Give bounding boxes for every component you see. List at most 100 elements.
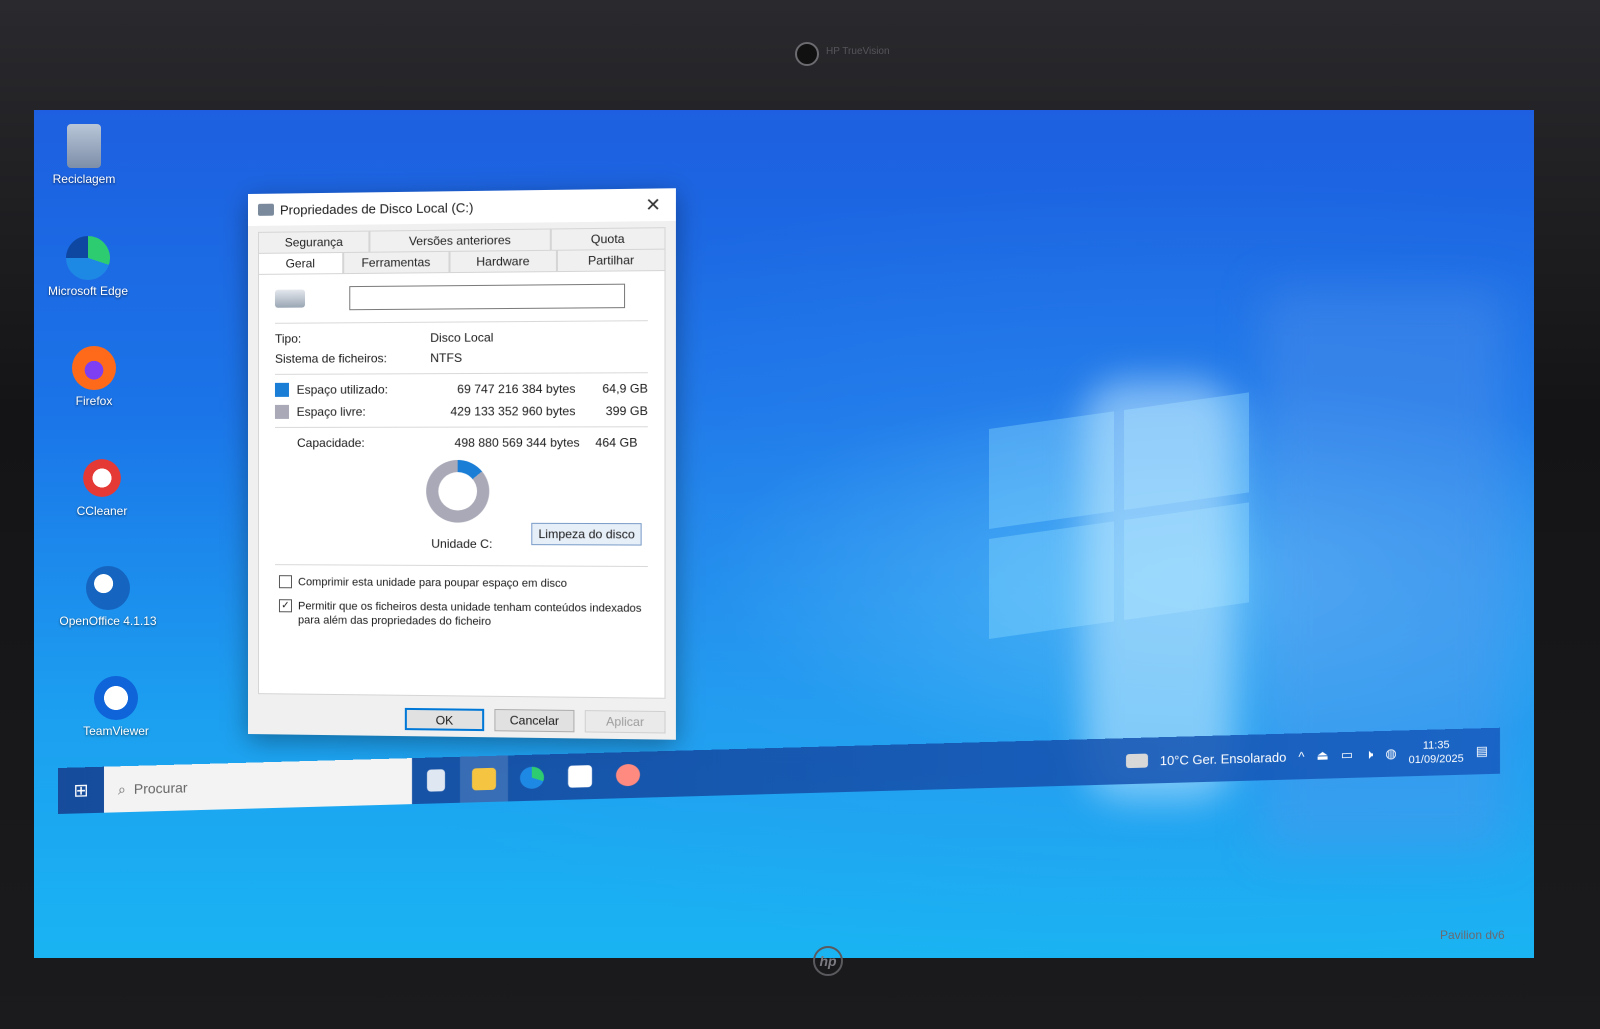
hard-drive-icon: [274, 289, 306, 308]
notifications-icon[interactable]: ▤: [1476, 743, 1488, 759]
properties-dialog: Propriedades de Disco Local (C:) ✕ Segur…: [248, 188, 676, 740]
used-space-bytes: 69 747 216 384 bytes: [457, 381, 576, 397]
clock[interactable]: 11:35 01/09/2025: [1409, 738, 1464, 768]
clock-time: 11:35: [1422, 739, 1450, 752]
index-label: Permitir que os ficheiros desta unidade …: [298, 600, 642, 628]
store-icon: [568, 765, 592, 788]
tab-ferramentas[interactable]: Ferramentas: [342, 250, 450, 274]
capacity-row: Capacidade: 498 880 569 344 bytes 464 GB: [297, 435, 648, 450]
filesystem-label: Sistema de ficheiros:: [274, 351, 388, 366]
camera-label: HP TrueVision: [826, 46, 890, 57]
dialog-tabs: Segurança Versões anteriores Quota Geral…: [248, 221, 676, 274]
compress-label: Comprimir esta unidade para poupar espaç…: [298, 576, 568, 590]
app-icon: [616, 763, 640, 787]
desktop-icon-label: OpenOffice 4.1.13: [59, 614, 157, 628]
tab-hardware[interactable]: Hardware: [449, 249, 557, 273]
divider: [274, 372, 648, 375]
network-icon[interactable]: ◍: [1385, 746, 1396, 762]
desktop-icon-label: TeamViewer: [83, 724, 149, 738]
divider: [274, 426, 648, 428]
firefox-icon: [72, 346, 116, 390]
capacity-label: Capacidade:: [297, 435, 365, 450]
search-icon: ⌕: [118, 780, 126, 797]
free-space-bytes: 429 133 352 960 bytes: [450, 404, 576, 419]
teamviewer-icon: [94, 676, 138, 720]
divider: [274, 320, 648, 324]
general-panel: Tipo: Disco Local Sistema de ficheiros: …: [257, 270, 666, 699]
windows-icon: ⊞: [73, 779, 89, 801]
battery-icon[interactable]: ▭: [1341, 747, 1353, 763]
weather-icon[interactable]: [1125, 753, 1148, 769]
search-placeholder: Procurar: [133, 779, 188, 797]
desktop-icon-teamviewer[interactable]: TeamViewer: [66, 676, 166, 738]
drive-name-input[interactable]: [349, 283, 626, 311]
used-space-size: 64,9 GB: [602, 381, 648, 396]
index-checkbox[interactable]: ✓: [278, 599, 292, 613]
desktop-icon-label: Reciclagem: [52, 172, 116, 186]
weather-text[interactable]: 10°C Ger. Ensolarado: [1160, 749, 1287, 768]
tab-geral[interactable]: Geral: [257, 252, 343, 274]
tab-seguranca[interactable]: Segurança: [257, 230, 370, 253]
app-taskbar-button[interactable]: [604, 751, 652, 798]
system-tray: 10°C Ger. Ensolarado ^ ⏏ ▭ 🕨 ◍ 11:35 01/…: [1125, 737, 1500, 775]
desktop-icon-label: CCleaner: [76, 504, 128, 518]
free-space-swatch: [274, 404, 289, 419]
chevron-up-icon[interactable]: ^: [1298, 749, 1304, 764]
drive-label: Unidade C:: [431, 536, 493, 552]
divider: [274, 564, 648, 568]
usage-donut-hole: [438, 472, 478, 511]
dialog-title: Propriedades de Disco Local (C:): [279, 199, 474, 218]
tab-versoes-anteriores[interactable]: Versões anteriores: [369, 228, 551, 252]
type-label: Tipo:: [274, 331, 302, 346]
disk-cleanup-button[interactable]: Limpeza do disco: [531, 522, 643, 546]
desktop-icon-recycle-bin[interactable]: Reciclagem: [34, 124, 134, 186]
edge-taskbar-button[interactable]: [508, 754, 556, 801]
dialog-buttons: OK Cancelar Aplicar: [248, 694, 676, 746]
capacity-bytes: 498 880 569 344 bytes: [454, 435, 580, 450]
close-icon[interactable]: ✕: [641, 194, 666, 216]
type-value: Disco Local: [430, 330, 494, 345]
apply-button[interactable]: Aplicar: [584, 710, 666, 734]
compress-checkbox[interactable]: [278, 575, 292, 589]
file-explorer-button[interactable]: [460, 755, 508, 803]
edge-icon: [520, 766, 544, 790]
task-view-button[interactable]: [412, 757, 460, 804]
desktop-icon-label: Microsoft Edge: [47, 284, 129, 298]
tab-partilhar[interactable]: Partilhar: [556, 248, 666, 272]
start-button[interactable]: ⊞: [58, 767, 104, 814]
desktop-icon-ccleaner[interactable]: CCleaner: [52, 456, 152, 518]
openoffice-icon: [86, 566, 130, 610]
clock-date: 01/09/2025: [1408, 752, 1464, 767]
desktop-screen: Reciclagem Microsoft Edge Firefox CClean…: [34, 110, 1534, 958]
desktop-icon-edge[interactable]: Microsoft Edge: [38, 236, 138, 298]
usage-chart-area: Unidade C: Limpeza do disco: [275, 456, 648, 558]
edge-icon: [66, 236, 110, 280]
speaker-muted-icon[interactable]: 🕨: [1365, 746, 1373, 762]
used-space-swatch: [274, 382, 289, 397]
compress-option[interactable]: Comprimir esta unidade para poupar espaç…: [278, 575, 648, 591]
desktop-icon-openoffice[interactable]: OpenOffice 4.1.13: [58, 566, 158, 628]
cancel-button[interactable]: Cancelar: [494, 708, 575, 733]
hp-logo: hp: [813, 946, 843, 976]
ccleaner-icon: [80, 456, 124, 500]
laptop-bezel: HP TrueVision Reciclagem Microsoft Edge …: [0, 0, 1600, 1029]
ok-button[interactable]: OK: [404, 707, 485, 732]
tab-quota[interactable]: Quota: [550, 227, 666, 250]
free-space-size: 399 GB: [605, 403, 648, 419]
search-box[interactable]: ⌕ Procurar: [104, 758, 412, 813]
index-option[interactable]: ✓ Permitir que os ficheiros desta unidad…: [278, 599, 648, 630]
task-view-icon: [427, 769, 445, 792]
webcam: [795, 42, 819, 66]
model-label: Pavilion dv6: [1440, 928, 1505, 942]
capacity-size: 464 GB: [595, 435, 638, 450]
folder-icon: [472, 767, 496, 791]
recycle-bin-icon: [67, 124, 101, 168]
desktop-icon-firefox[interactable]: Firefox: [44, 346, 144, 408]
dialog-titlebar[interactable]: Propriedades de Disco Local (C:) ✕: [248, 188, 676, 226]
usb-icon[interactable]: ⏏: [1317, 748, 1329, 764]
filesystem-value: NTFS: [430, 350, 463, 366]
store-taskbar-button[interactable]: [556, 753, 604, 800]
used-space-label: Espaço utilizado:: [296, 382, 388, 397]
used-space-row: Espaço utilizado: 69 747 216 384 bytes 6…: [274, 381, 648, 397]
desktop-icon-label: Firefox: [75, 394, 113, 408]
